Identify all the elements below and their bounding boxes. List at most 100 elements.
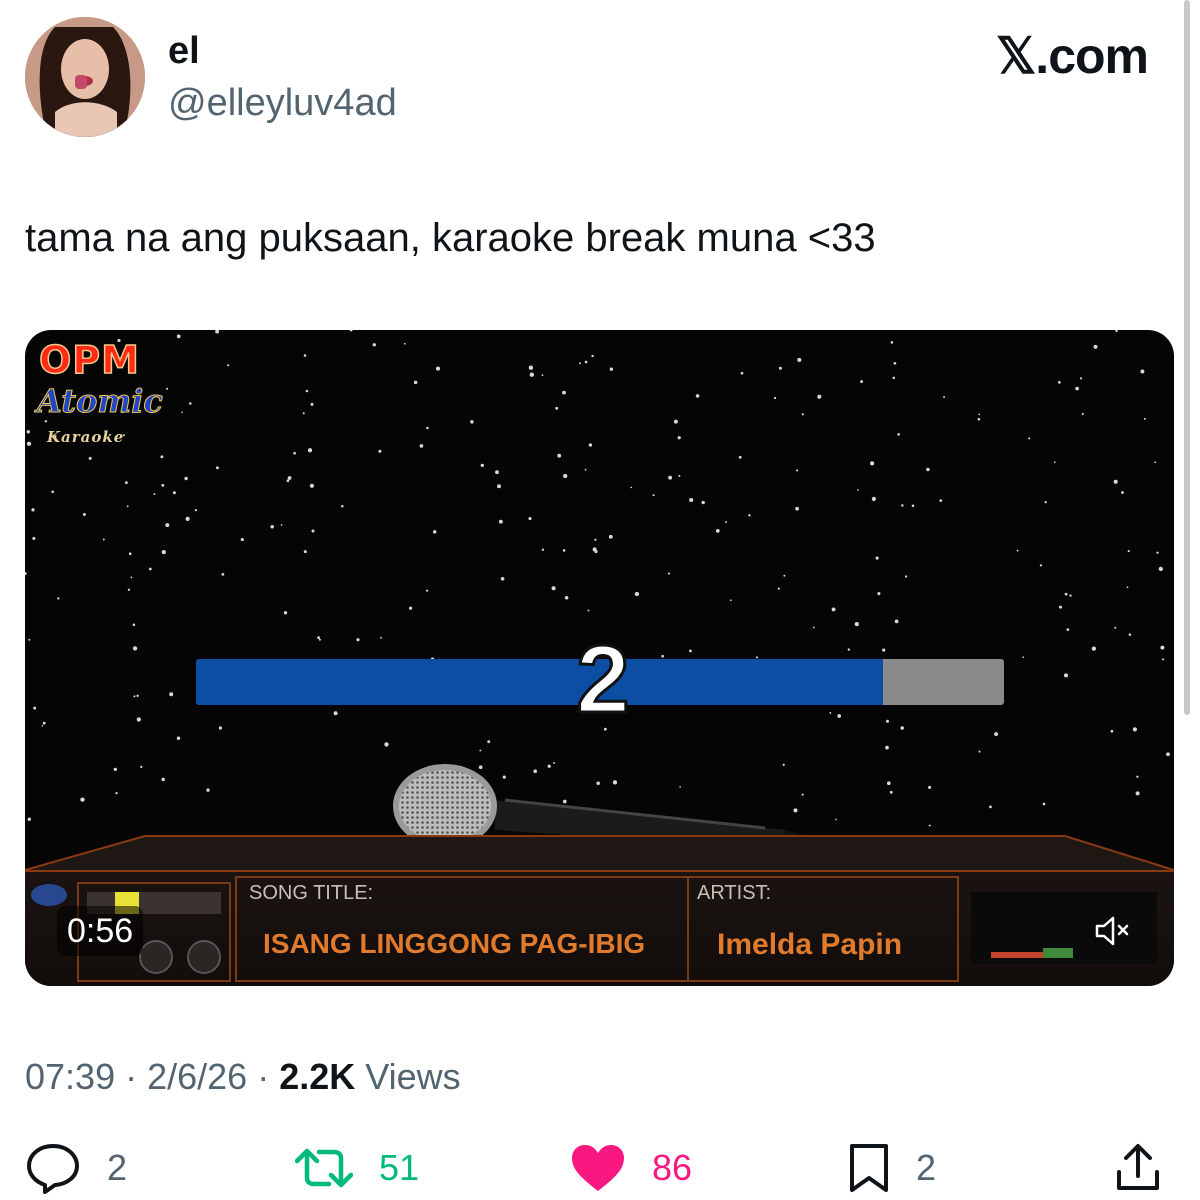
star	[587, 609, 590, 612]
star	[748, 514, 751, 517]
star	[837, 714, 842, 718]
star	[161, 483, 165, 487]
star	[113, 767, 117, 772]
star	[584, 360, 588, 364]
star	[668, 475, 673, 480]
tweet-date[interactable]: 2/6/26	[147, 1056, 247, 1097]
star	[892, 376, 896, 380]
star	[310, 402, 314, 406]
star	[80, 797, 85, 802]
tweet-time[interactable]: 07:39	[25, 1056, 115, 1097]
star	[801, 413, 804, 416]
star	[831, 607, 836, 612]
video-player[interactable]: OPM Atomic Karaoke 2 SONG TITLE: ISANG L…	[25, 330, 1174, 986]
star	[562, 799, 567, 804]
star	[1053, 461, 1056, 464]
star	[1156, 551, 1159, 554]
star	[172, 491, 176, 495]
star	[303, 550, 307, 554]
star	[591, 354, 594, 358]
star	[31, 508, 35, 512]
star	[409, 606, 413, 610]
meta-separator: ·	[247, 1056, 280, 1097]
tweet-text: tama na ang puksaan, karaoke break muna …	[25, 216, 876, 260]
star	[287, 476, 292, 480]
like-button[interactable]: 86	[570, 1140, 692, 1196]
star	[495, 470, 499, 475]
star	[185, 516, 190, 521]
star	[562, 549, 566, 552]
star	[132, 623, 136, 627]
star	[801, 793, 804, 796]
star	[1042, 802, 1046, 806]
star	[51, 490, 54, 494]
avatar[interactable]	[25, 17, 145, 137]
brand-logo: 𝕏.com	[996, 28, 1149, 84]
star	[26, 430, 30, 434]
star	[194, 508, 198, 512]
star	[1143, 417, 1146, 420]
star	[215, 330, 220, 334]
retweet-button[interactable]: 51	[295, 1140, 419, 1196]
star	[426, 426, 429, 430]
star	[128, 552, 132, 556]
star	[133, 695, 136, 698]
star	[1171, 336, 1174, 338]
star	[652, 494, 655, 497]
bookmark-button[interactable]: 2	[848, 1140, 936, 1196]
star	[854, 621, 859, 627]
star	[470, 420, 474, 424]
star	[978, 413, 981, 416]
song-title: ISANG LINGGONG PAG-IBIG	[263, 928, 646, 959]
star	[1091, 646, 1097, 651]
star	[124, 481, 128, 485]
star	[88, 456, 92, 460]
reply-button[interactable]: 2	[25, 1140, 127, 1196]
retweet-count: 51	[379, 1147, 420, 1188]
star	[478, 765, 483, 770]
star	[678, 474, 681, 477]
star	[176, 334, 181, 339]
star	[1039, 564, 1043, 567]
star	[869, 461, 875, 466]
star	[1063, 673, 1069, 678]
star	[302, 412, 305, 415]
star	[634, 591, 640, 597]
star	[130, 576, 133, 579]
display-name[interactable]: el	[168, 28, 200, 74]
star	[1069, 594, 1072, 597]
star	[502, 775, 506, 779]
star	[215, 466, 219, 470]
star	[356, 638, 360, 642]
star	[1140, 369, 1145, 374]
countdown-bar-fill	[196, 659, 883, 705]
star	[1079, 377, 1083, 380]
star	[795, 469, 799, 472]
star	[1022, 656, 1025, 659]
scrollbar[interactable]	[1184, 0, 1190, 715]
star	[875, 556, 879, 560]
star	[835, 818, 837, 821]
star	[860, 380, 864, 384]
user-handle[interactable]: @elleyluv4ad	[168, 80, 397, 126]
star	[181, 411, 183, 414]
star	[533, 769, 538, 774]
star	[102, 538, 105, 541]
star	[26, 441, 32, 446]
star	[797, 357, 802, 362]
star	[500, 577, 505, 581]
star	[419, 444, 424, 448]
panel-logo-icon	[31, 884, 67, 906]
star	[349, 330, 353, 332]
star	[372, 343, 376, 347]
bookmark-count: 2	[916, 1147, 937, 1188]
star	[1028, 437, 1031, 440]
star	[813, 626, 815, 629]
star	[551, 586, 556, 591]
star	[882, 648, 886, 652]
share-button[interactable]	[1115, 1140, 1161, 1196]
mute-icon[interactable]	[1089, 908, 1135, 954]
star	[1075, 386, 1079, 391]
star	[161, 777, 165, 782]
star	[318, 638, 321, 641]
